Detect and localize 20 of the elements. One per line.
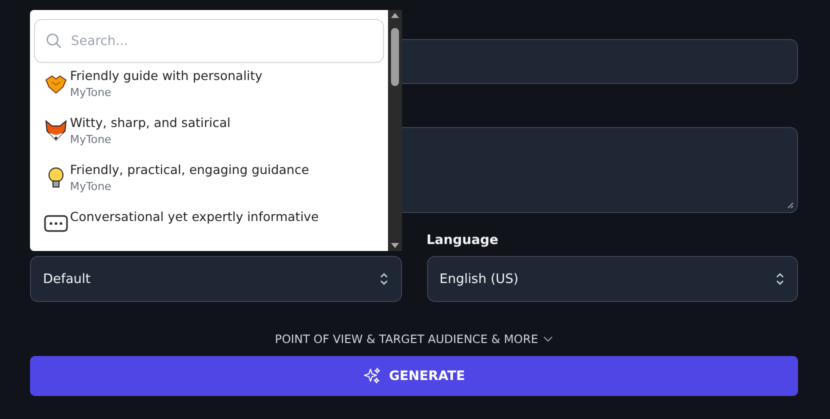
field-label: Language	[426, 233, 498, 249]
scroll-down-icon[interactable]	[391, 243, 399, 248]
more-options-toggle[interactable]: POINT OF VIEW & TARGET AUDIENCE & MORE	[274, 332, 554, 346]
tone-select[interactable]: Default	[30, 256, 402, 302]
generate-button[interactable]: GENERATE	[30, 356, 798, 396]
scrollbar[interactable]	[388, 10, 402, 251]
tone-option[interactable]: Conversational yet expertly informative	[34, 204, 384, 251]
tone-option[interactable]: Friendly, practical, engaging guidance MyTone	[34, 157, 384, 204]
tone-option[interactable]: Friendly guide with personality MyTone	[34, 63, 384, 110]
chevron-updown-icon	[378, 272, 388, 286]
sparkles-icon	[362, 367, 381, 385]
resize-handle-icon[interactable]	[787, 202, 794, 209]
scroll-up-icon[interactable]	[391, 13, 399, 18]
chevron-down-icon	[543, 336, 554, 342]
tone-option[interactable]: Witty, sharp, and satirical MyTone	[34, 110, 384, 157]
chevron-updown-icon	[775, 272, 785, 286]
search-icon	[45, 32, 63, 50]
language-select[interactable]: English (US)	[426, 256, 798, 302]
scrollbar-thumb[interactable]	[391, 28, 399, 86]
fox-icon	[44, 119, 68, 143]
